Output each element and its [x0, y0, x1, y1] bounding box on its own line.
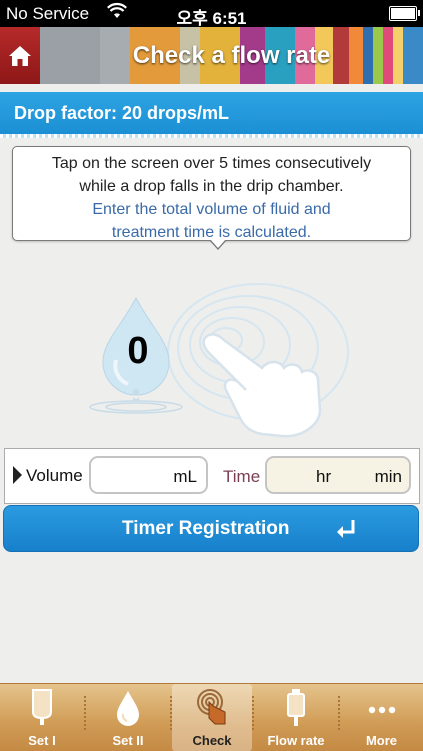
status-time: 오후 6:51 — [176, 9, 247, 28]
title-bar: Check a flow rate — [0, 27, 423, 84]
home-button[interactable] — [0, 27, 40, 84]
tap-illustration — [89, 283, 349, 438]
time-input[interactable]: hr min — [265, 456, 411, 494]
status-bar: No Service 오후 6:51 — [0, 0, 423, 28]
tap-count-value: 0 — [127, 330, 149, 372]
volume-input[interactable]: mL — [89, 456, 208, 494]
tab-label: Set I — [28, 733, 56, 748]
page-title: Check a flow rate — [132, 42, 331, 69]
more-icon — [368, 706, 395, 714]
tab-check[interactable]: Check — [172, 684, 252, 751]
tab-bar: Set I Set II Check Flow rate More — [0, 683, 423, 751]
home-icon — [9, 45, 31, 66]
battery-icon — [389, 6, 420, 21]
timer-registration-button[interactable]: Timer Registration — [3, 505, 419, 552]
tab-more[interactable]: More — [340, 684, 423, 751]
timer-registration-label: Timer Registration — [122, 518, 290, 539]
instruction-line-1: Tap on the screen over 5 times consecuti… — [51, 155, 372, 172]
tab-set-i[interactable]: Set I — [0, 684, 84, 751]
tab-label: Check — [192, 733, 232, 748]
iv-bag-icon — [32, 689, 52, 725]
instruction-line-3: Enter the total volume of fluid and — [92, 201, 331, 218]
time-label: Time — [223, 467, 261, 486]
tab-flow-rate[interactable]: Flow rate — [254, 684, 338, 751]
divider — [0, 134, 423, 138]
syringe-icon — [287, 689, 305, 726]
drop-factor-bar: Drop factor: 20 drops/mL — [0, 92, 423, 138]
volume-unit: mL — [173, 467, 197, 486]
volume-label: Volume — [26, 466, 83, 485]
drop-icon — [117, 691, 139, 726]
drop-factor-label: Drop factor: 20 drops/mL — [14, 103, 230, 123]
tab-label: More — [365, 733, 398, 748]
bubble-tail — [209, 239, 227, 250]
tap-icon — [197, 689, 226, 725]
tap-area[interactable]: 0 — [0, 250, 423, 440]
instruction-line-2: while a drop falls in the drip chamber. — [79, 178, 344, 195]
time-min-unit: min — [374, 467, 402, 486]
tab-set-ii[interactable]: Set II — [86, 684, 170, 751]
enter-icon — [337, 520, 355, 538]
instruction-bubble: Tap on the screen over 5 times consecuti… — [12, 146, 411, 250]
tab-label: Flow rate — [267, 733, 325, 748]
input-row: Volume mL Time hr min — [4, 448, 420, 504]
time-hr-unit: hr — [316, 467, 332, 486]
arrow-right-icon — [13, 466, 22, 484]
tab-label: Set II — [112, 733, 144, 748]
